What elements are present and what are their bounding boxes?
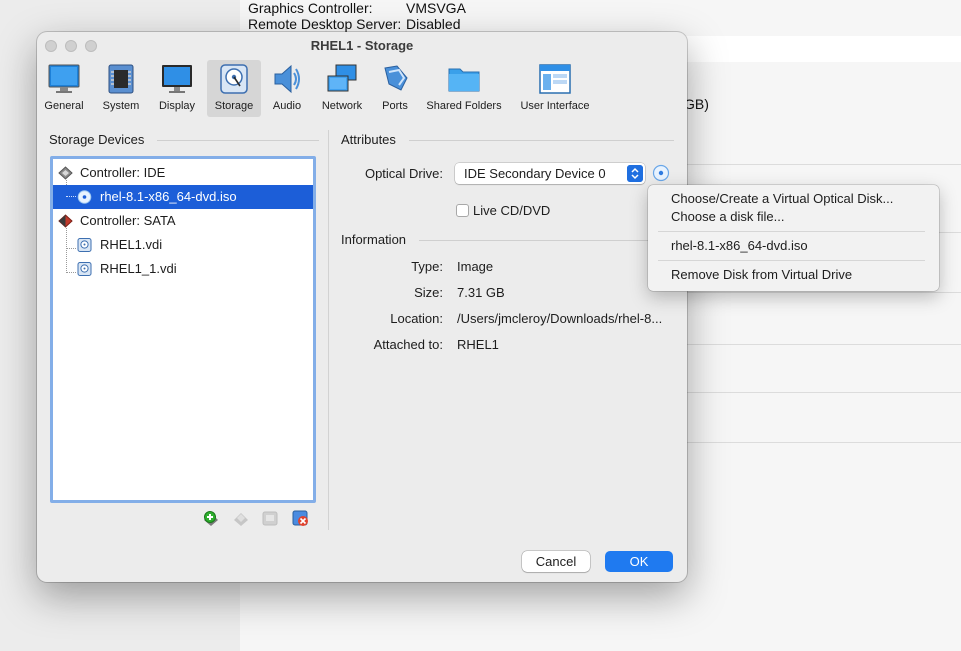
- optical-drive-select[interactable]: IDE Secondary Device 0: [455, 163, 645, 184]
- settings-toolbar: General System Display Storage Audio Net…: [37, 60, 687, 118]
- chevron-updown-icon: [627, 165, 643, 182]
- info-label-location: Location:: [390, 311, 443, 326]
- choose-disk-icon[interactable]: [652, 164, 670, 182]
- tab-shared-folders[interactable]: Shared Folders: [425, 60, 503, 117]
- menu-item-choose-create-optical-disk[interactable]: Choose/Create a Virtual Optical Disk...: [671, 191, 893, 206]
- tree-item-rhel1-1-vdi[interactable]: RHEL1_1.vdi: [53, 257, 313, 281]
- bg-divider: [680, 442, 961, 443]
- information-heading: Information: [341, 232, 407, 247]
- optical-drive-label: Optical Drive:: [364, 166, 443, 181]
- ports-icon: [384, 65, 408, 91]
- tab-display[interactable]: Display: [153, 60, 201, 117]
- storage-devices-heading: Storage Devices: [49, 132, 145, 147]
- menu-item-remove-disk[interactable]: Remove Disk from Virtual Drive: [671, 267, 852, 282]
- tab-label: Display: [158, 100, 196, 112]
- menu-item-rhel-iso[interactable]: rhel-8.1-x86_64-dvd.iso: [671, 238, 808, 253]
- info-value-location: /Users/jmcleroy/Downloads/rhel-8...: [457, 311, 663, 326]
- tab-label: Audio: [272, 100, 302, 112]
- network-icon: [327, 64, 357, 92]
- hard-disk-icon: [77, 262, 92, 276]
- tab-label: Ports: [382, 100, 408, 112]
- info-label-attached: Attached to:: [373, 337, 443, 352]
- window-icon: [539, 64, 571, 94]
- live-cd-label: Live CD/DVD: [473, 203, 551, 218]
- live-cd-checkbox[interactable]: [456, 204, 469, 217]
- tree-item-dvd-iso[interactable]: rhel-8.1-x86_64-dvd.iso: [53, 185, 313, 209]
- tab-general[interactable]: General: [41, 60, 87, 117]
- storage-dialog: RHEL1 - Storage General System Display S…: [37, 32, 687, 582]
- menu-separator: [658, 260, 925, 261]
- window-title: RHEL1 - Storage: [310, 38, 414, 53]
- bg-partial-text: GB): [684, 96, 709, 112]
- bg-row-remote-desktop: Remote Desktop Server: Disabled: [248, 16, 461, 32]
- monitor-icon: [48, 64, 80, 93]
- tab-user-interface[interactable]: User Interface: [517, 60, 593, 117]
- pane-separator: [328, 130, 329, 530]
- folder-icon: [448, 68, 480, 92]
- info-value-type: Image: [457, 259, 494, 274]
- title-bar[interactable]: RHEL1 - Storage: [37, 32, 687, 60]
- controller-icon: [58, 214, 73, 228]
- optical-drive-menu: Choose/Create a Virtual Optical Disk... …: [648, 185, 939, 291]
- remove-attachment-icon[interactable]: [291, 509, 309, 527]
- remove-controller-icon[interactable]: [261, 509, 279, 527]
- tree-item-controller-sata[interactable]: Controller: SATA: [53, 209, 313, 233]
- tab-label: Storage: [214, 100, 254, 112]
- info-label-size: Size:: [414, 285, 443, 300]
- bg-card: [680, 36, 961, 62]
- tab-system[interactable]: System: [97, 60, 145, 117]
- bg-divider: [680, 292, 961, 293]
- tab-network[interactable]: Network: [317, 60, 367, 117]
- display-icon: [162, 65, 192, 93]
- controller-icon: [58, 166, 73, 180]
- add-controller-icon[interactable]: [202, 509, 220, 527]
- info-label-type: Type:: [411, 259, 443, 274]
- menu-item-choose-disk-file[interactable]: Choose a disk file...: [671, 209, 784, 224]
- tab-audio[interactable]: Audio: [265, 60, 309, 117]
- tab-ports[interactable]: Ports: [373, 60, 417, 117]
- bg-divider: [680, 344, 961, 345]
- tree-item-rhel1-vdi[interactable]: RHEL1.vdi: [53, 233, 313, 257]
- tab-label: System: [102, 100, 140, 112]
- tab-label: General: [44, 100, 84, 112]
- info-value-size: 7.31 GB: [457, 285, 505, 300]
- menu-separator: [658, 231, 925, 232]
- tree-connector: [66, 196, 76, 197]
- attributes-heading: Attributes: [341, 132, 396, 147]
- chip-icon: [108, 64, 134, 94]
- storage-tree[interactable]: Controller: IDE rhel-8.1-x86_64-dvd.iso …: [50, 156, 316, 503]
- add-attachment-icon[interactable]: [232, 509, 250, 527]
- tab-label: Shared Folders: [426, 100, 502, 112]
- bg-row-graphics-controller: Graphics Controller: VMSVGA: [248, 0, 466, 16]
- bg-divider: [680, 164, 961, 165]
- hard-disk-icon: [77, 238, 92, 252]
- speaker-icon: [274, 64, 300, 94]
- hard-disk-icon: [220, 64, 248, 94]
- tab-label: Network: [321, 100, 363, 112]
- optical-drive-value: IDE Secondary Device 0: [464, 166, 606, 181]
- tab-storage[interactable]: Storage: [207, 60, 261, 117]
- tab-label: User Interface: [520, 100, 590, 112]
- info-value-attached: RHEL1: [457, 337, 499, 352]
- cancel-button[interactable]: Cancel: [522, 551, 590, 572]
- section-divider: [419, 240, 674, 241]
- optical-disc-icon: [77, 190, 92, 204]
- bg-divider: [680, 392, 961, 393]
- section-divider: [409, 140, 674, 141]
- tree-item-controller-ide[interactable]: Controller: IDE: [53, 161, 313, 185]
- section-divider: [157, 140, 319, 141]
- ok-button[interactable]: OK: [605, 551, 673, 572]
